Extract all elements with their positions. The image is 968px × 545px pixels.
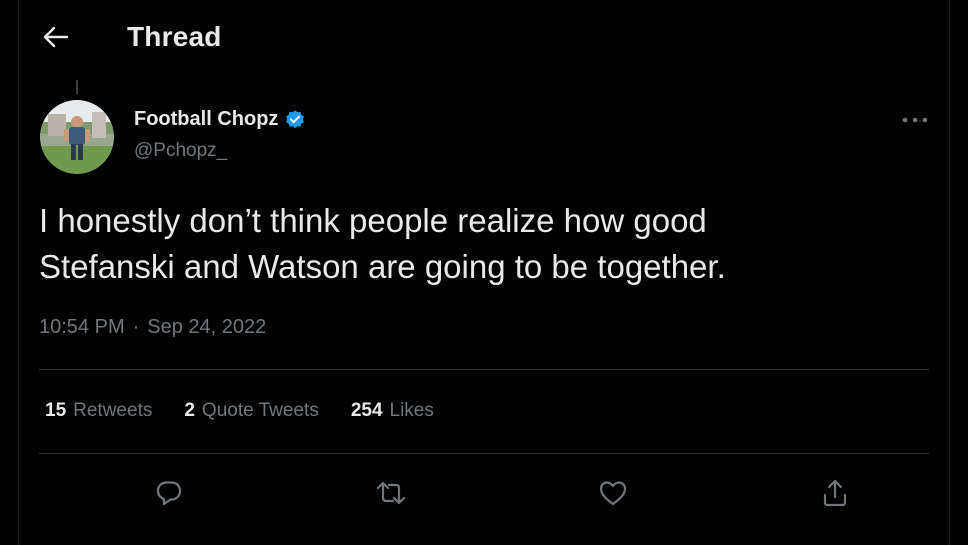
reply-button[interactable]: [151, 475, 187, 511]
tweet-timestamp: 10:54 PM · Sep 24, 2022: [39, 316, 266, 339]
like-button[interactable]: [595, 475, 631, 511]
likes-count: 254: [350, 400, 383, 421]
page-title: Thread: [127, 21, 222, 52]
author-name[interactable]: Football Chopz: [134, 108, 278, 131]
meta-separator: ·: [132, 316, 140, 338]
back-button[interactable]: [41, 22, 71, 52]
tweet-text-line: I honestly don’t think people realize ho…: [39, 202, 707, 239]
header-bar: Thread: [19, 0, 949, 74]
quote-tweets-stat[interactable]: 2 Quote Tweets: [184, 400, 318, 422]
quote-tweets-label: Quote Tweets: [201, 400, 319, 421]
avatar[interactable]: [40, 100, 114, 174]
thread-connector-line: [76, 80, 78, 94]
retweet-button[interactable]: [373, 475, 409, 511]
divider: [39, 453, 929, 454]
more-options-button[interactable]: [897, 110, 933, 130]
likes-label: Likes: [389, 400, 434, 421]
author-handle[interactable]: @Pchopz_: [134, 140, 227, 162]
tweet-actions: [39, 470, 929, 514]
reply-icon: [154, 478, 184, 508]
tweet-detail-view: Thread Football Chopz @Pchopz_ I honestl…: [18, 0, 950, 545]
likes-stat[interactable]: 254 Likes: [351, 400, 434, 422]
more-icon: [902, 117, 928, 123]
engagement-stats: 15 Retweets 2 Quote Tweets 254 Likes: [45, 400, 434, 422]
retweets-label: Retweets: [73, 400, 153, 421]
retweet-icon: [375, 478, 407, 508]
retweets-count: 15: [45, 400, 67, 421]
tweet-time[interactable]: 10:54 PM: [39, 316, 125, 339]
share-icon: [821, 478, 849, 508]
tweet-date[interactable]: Sep 24, 2022: [147, 316, 266, 339]
author-name-row: Football Chopz: [134, 108, 306, 131]
divider: [39, 369, 929, 370]
quote-tweets-count: 2: [184, 400, 195, 421]
tweet-text: I honestly don’t think people realize ho…: [39, 198, 929, 290]
arrow-left-icon: [43, 26, 69, 48]
verified-badge-icon: [284, 109, 306, 131]
tweet-text-line: Stefanski and Watson are going to be tog…: [39, 248, 726, 285]
heart-icon: [598, 479, 628, 507]
retweets-stat[interactable]: 15 Retweets: [45, 400, 152, 422]
share-button[interactable]: [817, 475, 853, 511]
